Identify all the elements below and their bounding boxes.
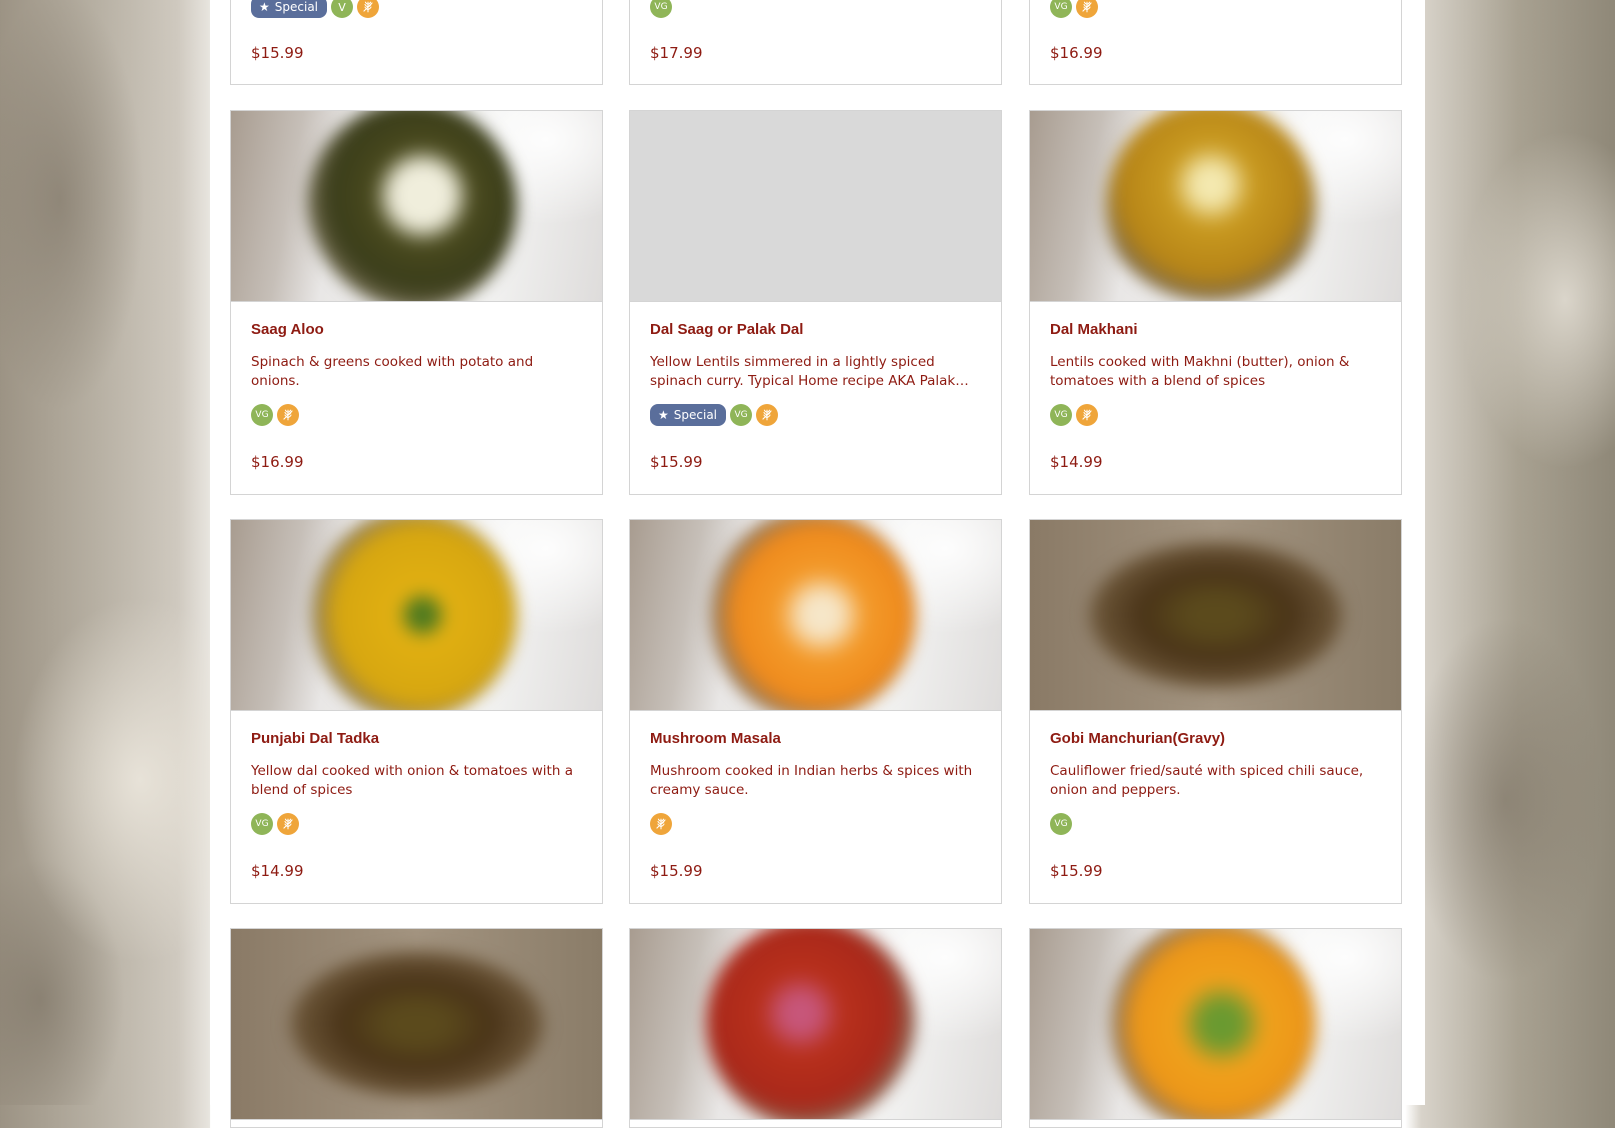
item-price: $15.99 [650,862,703,880]
dietary-badges: VG [1050,403,1098,427]
item-price: $17.99 [650,44,703,62]
menu-item-card[interactable]: Gobi Manchurian(Gravy) Cauliflower fried… [1029,519,1402,904]
gluten-free-icon [650,813,672,835]
vegan-icon: VG [1050,404,1072,426]
gluten-free-icon [277,813,299,835]
dietary-badges: ★ Special VG [650,403,779,427]
dietary-badges: VG [1050,0,1098,19]
menu-item-card[interactable]: Dal Saag or Palak Dal Yellow Lentils sim… [629,110,1002,495]
food-image [1030,111,1401,302]
item-title: Punjabi Dal Tadka [251,730,380,747]
food-image [1030,520,1401,711]
dietary-badges: VG [1050,812,1072,836]
item-title: Dal Makhani [1050,321,1138,338]
star-icon: ★ [259,0,270,14]
gluten-free-icon [756,404,779,426]
item-title: Mushroom Masala [650,730,781,747]
menu-panel: ★ Special V $15.99 VG $17.99 VG $16.99 Sa… [210,0,1425,1128]
vegan-icon: VG [1050,813,1072,835]
dietary-badges: VG [251,812,299,836]
dietary-badges: VG [650,0,672,19]
item-description: Lentils cooked with Makhni (butter), oni… [1050,354,1350,389]
menu-item-card[interactable]: ★ Special V $15.99 [230,0,603,85]
item-price: $14.99 [1050,453,1103,471]
vegan-icon: VG [1050,0,1072,18]
item-price: $15.99 [251,44,304,62]
menu-item-card[interactable] [629,928,1002,1128]
vegan-icon: VG [730,404,753,426]
gluten-free-icon [1076,0,1098,18]
special-badge: ★ Special [251,0,328,18]
special-badge: ★ Special [650,404,727,426]
item-price: $14.99 [251,862,304,880]
item-price: $15.99 [650,453,703,471]
item-title: Gobi Manchurian(Gravy) [1050,730,1226,747]
menu-item-card[interactable] [230,928,603,1128]
dietary-badges: ★ Special V [251,0,380,19]
item-description: Mushroom cooked in Indian herbs & spices… [650,763,973,798]
item-title: Saag Aloo [251,321,324,338]
item-description: Spinach & greens cooked with potato and … [251,354,534,389]
food-image [630,929,1001,1120]
background-image-right [1425,0,1615,1105]
menu-item-card[interactable]: Dal Makhani Lentils cooked with Makhni (… [1029,110,1402,495]
menu-item-card[interactable]: Punjabi Dal Tadka Yellow dal cooked with… [230,519,603,904]
food-image [231,111,602,302]
dietary-badges: VG [251,403,299,427]
vegan-icon: VG [650,0,672,18]
vegan-icon: VG [251,404,273,426]
menu-item-card[interactable]: VG $16.99 [1029,0,1402,85]
item-price: $16.99 [251,453,304,471]
star-icon: ★ [658,408,669,422]
food-image [630,520,1001,711]
gluten-free-icon [1076,404,1098,426]
item-description: Cauliflower fried/sauté with spiced chil… [1050,763,1364,798]
gluten-free-icon [357,0,380,18]
food-image [1030,929,1401,1120]
food-image [231,929,602,1120]
gluten-free-icon [277,404,299,426]
item-description: Yellow dal cooked with onion & tomatoes … [251,763,573,798]
food-image [231,520,602,711]
menu-item-card[interactable]: Saag Aloo Spinach & greens cooked with p… [230,110,603,495]
background-image-left [0,0,210,1105]
vegetarian-icon: V [331,0,354,18]
menu-item-card[interactable]: Mushroom Masala Mushroom cooked in India… [629,519,1002,904]
item-price: $15.99 [1050,862,1103,880]
dietary-badges [650,812,672,836]
vegan-icon: VG [251,813,273,835]
item-title: Dal Saag or Palak Dal [650,321,804,338]
menu-item-card[interactable]: VG $17.99 [629,0,1002,85]
menu-item-card[interactable] [1029,928,1402,1128]
item-price: $16.99 [1050,44,1103,62]
item-description: Yellow Lentils simmered in a lightly spi… [650,354,956,389]
food-image-placeholder [630,111,1001,302]
